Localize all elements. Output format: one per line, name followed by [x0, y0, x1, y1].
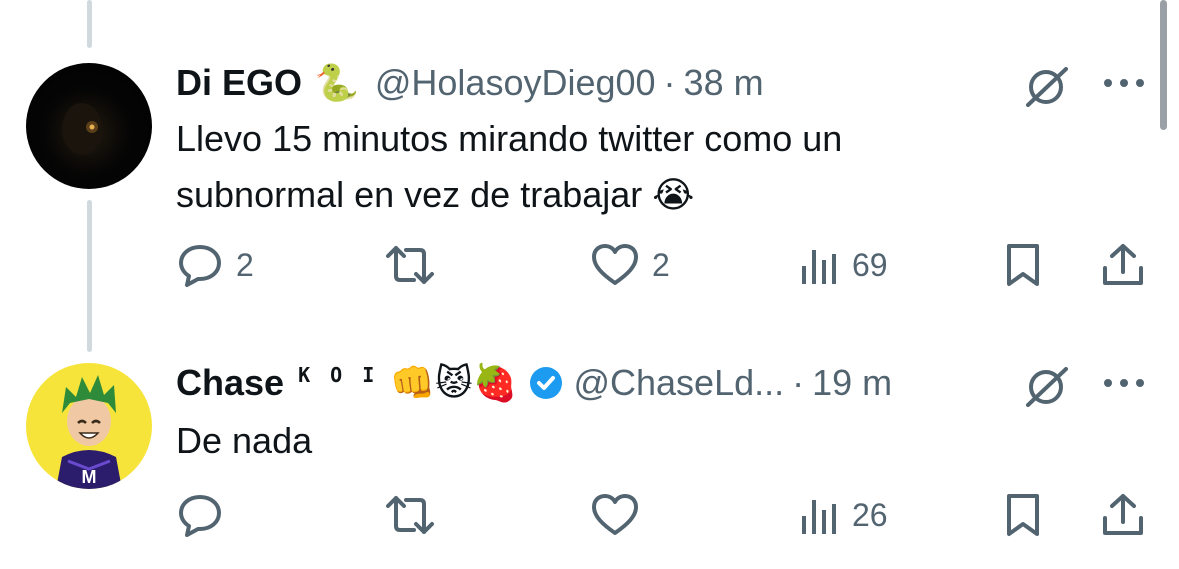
- retweet-button[interactable]: [384, 490, 448, 540]
- bookmark-button[interactable]: [1003, 490, 1043, 540]
- scrollbar[interactable]: [1160, 0, 1167, 130]
- retweet-button[interactable]: [384, 240, 448, 290]
- reply-count: 2: [236, 246, 254, 283]
- reply-thread: Di EGO 🐍 @HolasoyDieg00 · 38 m Llevo 15 …: [0, 0, 1179, 569]
- thread-line: [87, 0, 92, 48]
- handle[interactable]: @ChaseLd...: [573, 362, 784, 404]
- crying-emoji: 😭: [652, 174, 695, 215]
- name-emoji: 🐍: [314, 62, 359, 103]
- timestamp[interactable]: 19 m: [812, 362, 892, 404]
- avatar[interactable]: M: [26, 363, 152, 489]
- tweet-text-line: Llevo 15 minutos mirando twitter como un: [176, 118, 843, 159]
- views-button[interactable]: 26: [800, 490, 888, 540]
- grok-icon[interactable]: [1022, 67, 1074, 107]
- share-button[interactable]: [1100, 240, 1146, 290]
- views-count: 26: [852, 496, 888, 533]
- like-icon: [590, 242, 640, 288]
- action-bar: 26: [0, 490, 1179, 540]
- share-icon: [1100, 492, 1146, 538]
- retweet-icon: [384, 492, 436, 538]
- tweet-header: Chase K O I 👊😾🍓 @ChaseLd... · 19 m: [176, 355, 892, 411]
- tweet-header: Di EGO 🐍 @HolasoyDieg00 · 38 m: [176, 55, 764, 111]
- tweet-text-line: subnormal en vez de trabajar 😭: [176, 167, 1076, 223]
- retweet-icon: [384, 242, 436, 288]
- tweet-text: De nada: [176, 413, 1076, 469]
- reply-icon: [178, 492, 224, 538]
- timestamp[interactable]: 38 m: [684, 62, 764, 104]
- reply-icon: [178, 242, 224, 288]
- views-count: 69: [852, 246, 888, 283]
- bookmark-icon: [1003, 242, 1043, 288]
- like-button[interactable]: [590, 490, 652, 540]
- verified-icon[interactable]: [529, 366, 563, 400]
- handle[interactable]: @HolasoyDieg00: [375, 62, 656, 104]
- bookmark-button[interactable]: [1003, 240, 1043, 290]
- like-count: 2: [652, 246, 670, 283]
- avatar[interactable]: [26, 63, 152, 189]
- separator: ·: [663, 62, 676, 103]
- svg-text:M: M: [82, 467, 97, 487]
- share-icon: [1100, 242, 1146, 288]
- grok-icon[interactable]: [1022, 367, 1074, 407]
- more-icon[interactable]: [1102, 77, 1146, 89]
- tweet-text-line: De nada: [176, 420, 313, 461]
- display-name[interactable]: Di EGO: [176, 62, 302, 104]
- name-badge: K O I: [298, 363, 379, 387]
- tweet-text-part: subnormal en vez de trabajar: [176, 174, 643, 215]
- views-icon: [800, 242, 840, 288]
- bookmark-icon: [1003, 492, 1043, 538]
- views-icon: [800, 492, 840, 538]
- tweet-text: Llevo 15 minutos mirando twitter como un…: [176, 111, 1076, 223]
- display-name[interactable]: Chase: [176, 362, 284, 404]
- like-icon: [590, 492, 640, 538]
- reply-button[interactable]: [178, 490, 236, 540]
- more-icon[interactable]: [1102, 377, 1146, 389]
- share-button[interactable]: [1100, 490, 1146, 540]
- views-button[interactable]: 69: [800, 240, 888, 290]
- action-bar: 2 2 69: [0, 240, 1179, 290]
- name-emojis: 👊😾🍓: [390, 362, 518, 403]
- like-button[interactable]: 2: [590, 240, 670, 290]
- reply-button[interactable]: 2: [178, 240, 254, 290]
- separator: ·: [792, 362, 805, 403]
